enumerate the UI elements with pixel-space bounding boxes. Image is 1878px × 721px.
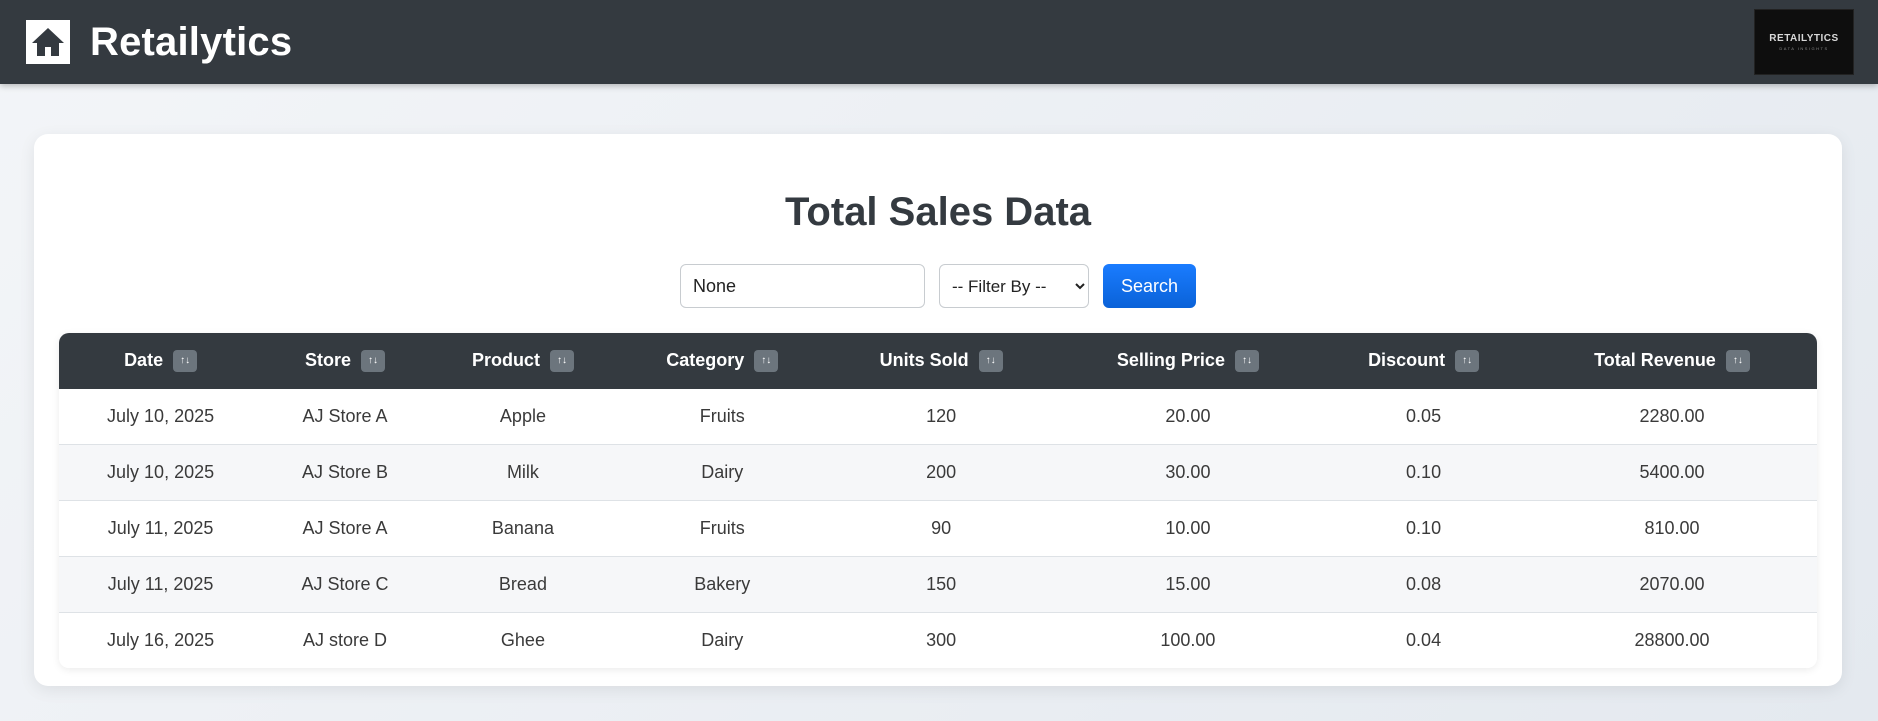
cell-date: July 10, 2025 — [59, 389, 263, 445]
cell-date: July 11, 2025 — [59, 556, 263, 613]
table-row: July 11, 2025 AJ Store A Banana Fruits 9… — [59, 500, 1817, 557]
cell-units-sold: 90 — [826, 500, 1056, 557]
col-label: Product — [471, 349, 540, 370]
col-label: Units Sold — [879, 349, 969, 370]
cell-store: AJ store D — [262, 612, 428, 668]
table-row: July 10, 2025 AJ Store B Milk Dairy 200 … — [59, 444, 1817, 501]
sales-table-container: Date ↑↓ Store ↑↓ Product ↑↓ Category ↑↓ Unit… — [59, 333, 1817, 668]
logo-text: RETAILYTICS — [1769, 33, 1839, 44]
cell-date: July 10, 2025 — [59, 444, 263, 501]
cell-date: July 11, 2025 — [59, 500, 263, 557]
cell-units-sold: 300 — [826, 612, 1056, 668]
cell-selling-price: 100.00 — [1055, 612, 1321, 668]
cell-discount: 0.05 — [1320, 389, 1527, 445]
cell-store: AJ Store A — [262, 389, 428, 445]
col-label: Discount — [1368, 349, 1446, 370]
sort-icon[interactable]: ↑↓ — [361, 350, 386, 373]
brand-logo: RETAILYTICS DATA INSIGHTS — [1754, 9, 1854, 75]
col-total-revenue[interactable]: Total Revenue ↑↓ — [1526, 333, 1817, 389]
page-title: Total Sales Data — [784, 190, 1092, 234]
cell-discount: 0.08 — [1320, 556, 1527, 613]
cell-total-revenue: 28800.00 — [1526, 612, 1817, 668]
cell-product: Milk — [427, 444, 618, 501]
col-category[interactable]: Category ↑↓ — [617, 333, 827, 389]
sort-icon[interactable]: ↑↓ — [549, 350, 574, 373]
table-row: July 10, 2025 AJ Store A Apple Fruits 12… — [59, 389, 1817, 445]
cell-category: Fruits — [617, 500, 827, 557]
sort-icon[interactable]: ↑↓ — [754, 350, 779, 373]
cell-store: AJ Store A — [262, 500, 428, 557]
cell-product: Banana — [427, 500, 618, 557]
col-units-sold[interactable]: Units Sold ↑↓ — [826, 333, 1056, 389]
top-navbar: Retailytics RETAILYTICS DATA INSIGHTS — [0, 0, 1878, 84]
sales-table: Date ↑↓ Store ↑↓ Product ↑↓ Category ↑↓ Unit… — [59, 333, 1817, 668]
cell-selling-price: 10.00 — [1055, 500, 1321, 557]
home-icon[interactable] — [26, 20, 70, 64]
cell-discount: 0.10 — [1320, 444, 1527, 501]
table-row: July 11, 2025 AJ Store C Bread Bakery 15… — [59, 556, 1817, 613]
cell-units-sold: 120 — [826, 389, 1056, 445]
cell-category: Dairy — [617, 612, 827, 668]
cell-store: AJ Store C — [262, 556, 428, 613]
sort-icon[interactable]: ↑↓ — [1725, 350, 1750, 373]
sort-icon[interactable]: ↑↓ — [1234, 350, 1259, 373]
cell-category: Dairy — [617, 444, 827, 501]
col-selling-price[interactable]: Selling Price ↑↓ — [1055, 333, 1321, 389]
cell-selling-price: 15.00 — [1055, 556, 1321, 613]
col-label: Selling Price — [1116, 349, 1225, 370]
sort-icon[interactable]: ↑↓ — [978, 350, 1003, 373]
filter-select[interactable]: -- Filter By -- — [939, 264, 1089, 308]
search-input[interactable] — [680, 264, 925, 308]
cell-selling-price: 20.00 — [1055, 389, 1321, 445]
col-label: Store — [305, 349, 352, 370]
cell-discount: 0.10 — [1320, 500, 1527, 557]
col-label: Date — [124, 349, 164, 370]
sort-icon[interactable]: ↑↓ — [173, 350, 198, 373]
search-button[interactable]: Search — [1103, 264, 1196, 308]
search-controls: -- Filter By -- Search — [34, 264, 1842, 308]
table-header-row: Date ↑↓ Store ↑↓ Product ↑↓ Category ↑↓ Unit… — [59, 333, 1817, 389]
brand[interactable]: Retailytics — [26, 20, 292, 65]
cell-product: Ghee — [427, 612, 618, 668]
cell-date: July 16, 2025 — [59, 612, 263, 668]
sort-icon[interactable]: ↑↓ — [1455, 350, 1480, 373]
cell-total-revenue: 2280.00 — [1526, 389, 1817, 445]
cell-units-sold: 150 — [826, 556, 1056, 613]
col-store[interactable]: Store ↑↓ — [262, 333, 428, 389]
cell-product: Apple — [427, 389, 618, 445]
col-discount[interactable]: Discount ↑↓ — [1320, 333, 1527, 389]
col-label: Category — [666, 349, 745, 370]
cell-category: Fruits — [617, 389, 827, 445]
col-product[interactable]: Product ↑↓ — [427, 333, 618, 389]
cell-total-revenue: 2070.00 — [1526, 556, 1817, 613]
cell-selling-price: 30.00 — [1055, 444, 1321, 501]
cell-product: Bread — [427, 556, 618, 613]
logo-subtext: DATA INSIGHTS — [1779, 46, 1829, 51]
col-label: Total Revenue — [1594, 349, 1716, 370]
cell-store: AJ Store B — [262, 444, 428, 501]
app-title: Retailytics — [90, 19, 293, 64]
cell-total-revenue: 5400.00 — [1526, 444, 1817, 501]
cell-category: Bakery — [617, 556, 827, 613]
table-row: July 16, 2025 AJ store D Ghee Dairy 300 … — [59, 612, 1817, 668]
col-date[interactable]: Date ↑↓ — [59, 333, 263, 389]
cell-total-revenue: 810.00 — [1526, 500, 1817, 557]
cell-units-sold: 200 — [826, 444, 1056, 501]
cell-discount: 0.04 — [1320, 612, 1527, 668]
sales-card: Total Sales Data -- Filter By -- Search … — [34, 134, 1842, 686]
